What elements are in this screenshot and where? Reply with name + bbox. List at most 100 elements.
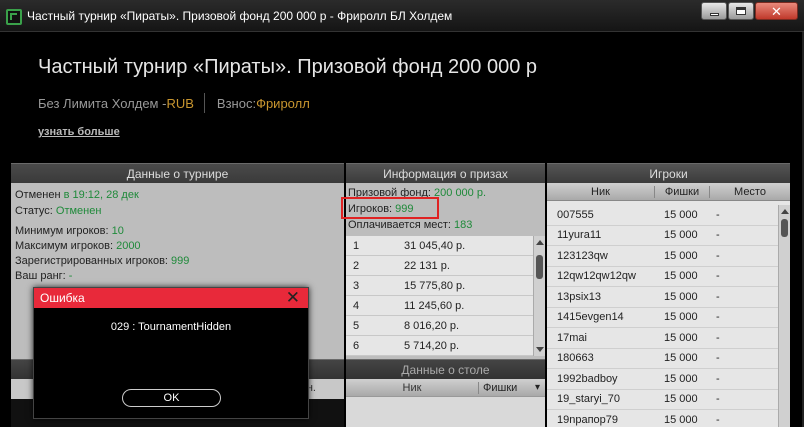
buyin-label: Взнос: — [216, 95, 257, 111]
players-col-chips[interactable]: Фишки — [654, 185, 709, 198]
player-nick: 12qw12qw12qw — [557, 270, 636, 283]
player-chips: 15 000 — [664, 311, 698, 324]
registered-label: Зарегистрированных игроков: — [15, 255, 172, 267]
player-row[interactable]: 17mai 15 000- — [547, 328, 790, 349]
table-col-chips[interactable]: Фишки — [478, 381, 545, 394]
status-line: Статус: Отменен — [15, 205, 101, 217]
players-scrollbar[interactable] — [778, 205, 790, 427]
player-row[interactable]: 1415evgen14 15 000- — [547, 308, 790, 328]
registered-line: Зарегистрированных игроков: 999 — [15, 255, 189, 267]
players-panel: Игроки Ник Фишки Место 007555 15 000-11yu… — [547, 163, 790, 427]
player-chips: 15 000 — [664, 208, 698, 221]
cancelled-time: в 19:12, 28 дек — [60, 189, 139, 201]
player-chips: 15 000 — [664, 393, 698, 406]
min-players-value: 10 — [111, 225, 124, 237]
rank-value: - — [68, 270, 73, 282]
prize-place: 4 — [353, 299, 360, 312]
buyin-value: Фриролл — [256, 95, 310, 111]
prize-pool-value: 200 000 р. — [434, 187, 487, 199]
prize-row: 4 11 245,60 р. — [346, 296, 545, 316]
min-players-label: Минимум игроков: — [15, 225, 112, 237]
maximize-icon — [736, 7, 746, 15]
scroll-up-icon[interactable] — [536, 240, 544, 245]
minimize-icon — [709, 12, 719, 16]
player-row[interactable]: 11yura11 15 000- — [547, 226, 790, 246]
max-players-line: Максимум игроков: 2000 — [15, 240, 141, 252]
tournament-subline: Без Лимита Холдем - RUB Взнос: Фриролл — [38, 93, 310, 113]
table-info-panel: Данные о столе Ник Фишки — [346, 359, 545, 427]
paid-places-label: Оплачивается мест: — [348, 219, 455, 231]
prize-scroll-thumb[interactable] — [536, 255, 543, 280]
player-nick: 123123qw — [557, 249, 608, 262]
player-chips: 15 000 — [664, 372, 698, 385]
paid-places-line: Оплачивается мест: 183 — [348, 219, 472, 231]
player-nick: 180663 — [557, 352, 594, 365]
error-dialog-header[interactable]: Ошибка ✕ — [34, 288, 308, 308]
prize-place: 3 — [353, 279, 360, 292]
player-chips: 15 000 — [664, 331, 698, 344]
close-window-button[interactable]: ✕ — [755, 2, 798, 20]
prize-row: 5 8 016,20 р. — [346, 316, 545, 336]
player-row[interactable]: 19_staryi_70 15 000- — [547, 390, 790, 410]
player-nick: 1992badboy — [557, 372, 618, 385]
status-label: Статус: — [15, 205, 56, 217]
player-nick: 007555 — [557, 208, 594, 221]
paid-places-value: 183 — [454, 219, 473, 231]
error-dialog-title: Ошибка — [40, 291, 85, 305]
registered-value: 999 — [171, 255, 190, 267]
learn-more-link[interactable]: узнать больше — [38, 126, 120, 138]
window-titlebar[interactable]: Частный турнир «Пираты». Призовой фонд 2… — [0, 0, 804, 32]
cancelled-line: Отменен в 19:12, 28 дек — [15, 189, 139, 201]
prize-info-heading: Информация о призах — [346, 163, 545, 183]
players-col-nick[interactable]: Ник — [547, 186, 654, 198]
player-nick: 17mai — [557, 331, 587, 344]
player-row[interactable]: 13psix13 15 000- — [547, 287, 790, 308]
players-col-place[interactable]: Место — [709, 185, 790, 198]
player-nick: 19_staryi_70 — [557, 393, 620, 406]
player-row[interactable]: 12qw12qw12qw 15 000- — [547, 267, 790, 287]
prize-scrollbar[interactable] — [533, 236, 545, 356]
prize-amount: 22 131 р. — [404, 259, 450, 272]
players-scroll-thumb[interactable] — [781, 219, 788, 237]
players-list[interactable]: 007555 15 000-11yura11 15 000-123123qw 15 0… — [547, 205, 790, 427]
prize-place: 6 — [353, 339, 360, 352]
prize-list[interactable]: 1 31 045,40 р. 2 22 131 р. 3 15 775,80 р. 4 11 … — [346, 236, 545, 356]
player-row[interactable]: 007555 15 000- — [547, 205, 790, 226]
prize-place: 5 — [353, 319, 360, 332]
prize-row: 3 15 775,80 р. — [346, 276, 545, 296]
max-players-value: 2000 — [116, 240, 141, 252]
player-row[interactable]: 123123qw 15 000- — [547, 246, 790, 267]
players-highlight-box — [341, 197, 439, 219]
minimize-button[interactable] — [701, 2, 727, 20]
prize-amount: 11 245,60 р. — [404, 299, 465, 312]
player-nick: 13psix13 — [557, 290, 602, 303]
player-row[interactable]: 180663 15 000- — [547, 349, 790, 369]
player-chips: 15 000 — [664, 352, 698, 365]
window-title: Частный турнир «Пираты». Призовой фонд 2… — [27, 9, 453, 23]
prize-info-panel: Информация о призах Призовой фонд: 200 0… — [346, 163, 545, 359]
player-nick: 19npапор79 — [557, 413, 619, 426]
prize-amount: 15 775,80 р. — [404, 279, 466, 292]
player-nick: 11yura11 — [557, 229, 602, 242]
min-players-line: Минимум игроков: 10 — [15, 225, 124, 237]
subline-divider — [203, 93, 205, 113]
ok-button[interactable]: OK — [122, 389, 221, 407]
max-players-label: Максимум игроков: — [15, 240, 117, 252]
player-row[interactable]: 1992badboy 15 000- — [547, 369, 790, 390]
close-icon[interactable]: ✕ — [286, 288, 300, 307]
maximize-button[interactable] — [728, 2, 754, 20]
player-chips: 15 000 — [664, 290, 698, 303]
player-row[interactable]: 19npапор79 15 000- — [547, 410, 790, 427]
scroll-down-icon[interactable] — [536, 347, 544, 352]
prize-amount: 5 714,20 р. — [404, 339, 460, 352]
tournament-info-heading: Данные о турнире — [11, 163, 344, 183]
scroll-up-icon[interactable] — [781, 209, 789, 214]
close-icon: ✕ — [771, 3, 782, 19]
cancelled-label: Отменен — [15, 189, 61, 201]
player-chips: 15 000 — [664, 249, 698, 262]
players-columns: Ник Фишки Место — [547, 183, 790, 201]
player-chips: 15 000 — [664, 270, 698, 283]
table-col-nick[interactable]: Ник — [346, 382, 478, 394]
app-logo-icon — [6, 9, 22, 25]
game-type: Без Лимита Холдем - — [38, 95, 167, 111]
